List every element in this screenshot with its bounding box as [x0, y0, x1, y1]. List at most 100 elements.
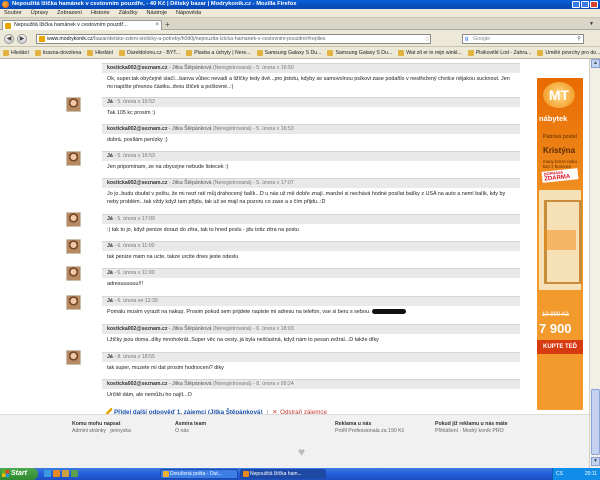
bookmark-item[interactable]: Dareldolonu.cz - BYT... — [119, 47, 180, 58]
search-icon[interactable]: ⚲ — [577, 35, 581, 43]
bookmark-item[interactable]: Wat zit er in mijn winkl... — [398, 47, 462, 58]
post-header: Já - 6. února v 11:00 — [102, 268, 520, 278]
user-avatar — [66, 350, 81, 365]
reply-post: Já - 5. února v 16:53 Jen pripominam, ze… — [102, 151, 520, 173]
forward-button[interactable]: ▶ — [17, 34, 27, 44]
quicklaunch-folder-icon[interactable] — [62, 470, 69, 477]
window-titlebar[interactable]: Nepoužitá lžička hamánek v cestovním pou… — [0, 0, 600, 9]
bookmark-item[interactable]: Hledání — [87, 47, 113, 58]
maximize-button[interactable] — [581, 1, 589, 8]
post-header: Já - 6. února ve 12:39 — [102, 296, 520, 306]
footer-column: Asmira team O nás — [175, 421, 206, 435]
post-body: Ok, super.tak obyčejně stačí...banva vůb… — [107, 76, 510, 90]
clock[interactable]: 20:11 — [585, 471, 597, 477]
bookmark-item[interactable]: krasna-dovolena — [34, 47, 81, 58]
ad-logo: MT — [543, 82, 575, 108]
close-button[interactable] — [590, 1, 598, 8]
post-time: - 5. února v 17:07 — [251, 180, 294, 186]
post-registration: (Neregistrovaná) — [211, 381, 252, 387]
footer-link[interactable]: O nás — [175, 428, 206, 435]
taskbar-item-outlook[interactable]: Doručená pošta - Out... — [160, 469, 238, 479]
post-author-name: - Jitka Štěpánková — [167, 381, 212, 387]
page-content: kosticka002@seznam.cz - Jitka Štěpánková… — [0, 59, 600, 468]
post-header: kosticka002@seznam.cz - Jitka Štěpánková… — [102, 178, 520, 188]
scroll-down-arrow-icon[interactable]: ▼ — [591, 457, 600, 466]
quicklaunch-ie-icon[interactable] — [44, 470, 51, 477]
search-input[interactable]: g Google ⚲ — [462, 34, 584, 44]
minimize-button[interactable] — [572, 1, 580, 8]
menu-napoveda[interactable]: Nápověda — [176, 9, 201, 17]
site-identity-icon[interactable] — [39, 36, 45, 42]
ad-brand: nábytek — [539, 114, 568, 123]
back-button[interactable]: ◀ — [4, 34, 14, 44]
bookmark-item[interactable]: Samsung Galaxy S Du... — [327, 47, 392, 58]
reply-post: Já - 6. února ve 12:39 Pomalu musim vyra… — [102, 296, 520, 318]
bookmark-item[interactable]: Plsikovitlé Lod - Zahra... — [467, 47, 531, 58]
post-header: kosticka002@seznam.cz - Jitka Štěpánková… — [102, 124, 520, 134]
tab-close-icon[interactable]: × — [155, 21, 159, 30]
new-tab-button[interactable]: + — [165, 21, 175, 29]
post-author[interactable]: kosticka002@seznam.cz — [107, 65, 167, 71]
menu-zobrazeni[interactable]: Zobrazení — [57, 9, 82, 17]
menu-bar: Soubor Úpravy Zobrazení Historie Záložky… — [0, 9, 600, 18]
google-icon[interactable]: g — [465, 35, 468, 43]
scroll-up-arrow-icon[interactable]: ▲ — [591, 59, 600, 68]
site-favicon-icon — [5, 23, 11, 29]
footer-link[interactable]: Přihlášení - Modrý koník PRO — [435, 428, 508, 435]
bookmark-item[interactable]: Umělé povrchy pro do... — [537, 47, 600, 58]
tab-list-icon[interactable]: ▼ — [589, 21, 597, 29]
ad-buy-button[interactable]: KUPTE TEĎ — [537, 340, 583, 354]
ad-product-name: Kristýna — [543, 146, 576, 155]
taskbar-item-label: Nepoužitá lžička ham... — [250, 471, 302, 477]
quicklaunch-firefox-icon[interactable] — [53, 470, 60, 477]
footer-heading: Pokud již reklamu u nás máte — [435, 421, 508, 427]
post-body-text: Pomalu musim vyrazit na nakup. Prosim po… — [107, 309, 372, 315]
footer-column: Komu mohu napsat Admini stránky jennyska — [72, 421, 131, 435]
reply-thread: kosticka002@seznam.cz - Jitka Štěpánková… — [0, 59, 525, 419]
user-avatar — [66, 212, 81, 227]
post-time: - 6. února v 11:00 — [112, 243, 155, 249]
tab-active[interactable]: Nepoužitá lžička hamánek v cestovním pou… — [2, 20, 162, 30]
post-body: Pomalu musim vyrazit na nakup. Prosim po… — [102, 306, 520, 318]
start-label: Start — [11, 470, 27, 477]
post-body: tak super, muzete mi dat prosim hodnocen… — [107, 365, 224, 371]
ad-old-price: 10 890 Kč — [542, 312, 570, 318]
bookmark-star-icon[interactable]: ☆ — [424, 35, 430, 43]
post-author-name: - Jitka Štěpánková — [167, 180, 212, 186]
scrollbar-thumb[interactable] — [591, 389, 600, 455]
footer-link[interactable]: Admini stránky jennyska — [72, 428, 131, 435]
ad-product-line: Patrová postel — [543, 134, 577, 140]
bookmark-item[interactable]: Samsung Galaxy S Du... — [256, 47, 321, 58]
tab-label: Nepoužitá lžička hamánek v cestovním pou… — [14, 22, 128, 28]
banner-ad[interactable]: MT nábytek Patrová postel Kristýna mauy … — [537, 78, 583, 410]
post-body: Jen pripominam, ze na obycejne nebude li… — [107, 164, 229, 170]
page-footer: Komu mohu napsat Admini stránky jennyska… — [0, 414, 589, 468]
vertical-scrollbar[interactable]: ▲ ▼ — [589, 59, 600, 468]
post-author[interactable]: kosticka002@seznam.cz — [107, 326, 167, 332]
post-author[interactable]: kosticka002@seznam.cz — [107, 126, 167, 132]
menu-nastroje[interactable]: Nástroje — [147, 9, 167, 17]
url-path: /bazar/detske-zdeni-stolicky-a-potreby/h… — [92, 36, 326, 42]
reply-post: Já - 6. února v 11:00 tak penize mam na … — [102, 241, 520, 263]
footer-heading: Asmira team — [175, 421, 207, 427]
reply-post: kosticka002@seznam.cz - Jitka Štěpánková… — [102, 178, 520, 208]
post-header: kosticka002@seznam.cz - Jitka Štěpánková… — [102, 379, 520, 389]
menu-soubor[interactable]: Soubor — [4, 9, 22, 17]
url-bar[interactable]: www.modrykonik.cz/bazar/detske-zdeni-sto… — [36, 34, 431, 44]
post-author[interactable]: kosticka002@seznam.cz — [107, 180, 167, 186]
bookmark-item[interactable]: Plavba a úchyty | Nere... — [186, 47, 251, 58]
menu-historie[interactable]: Historie — [91, 9, 110, 17]
taskbar-item-firefox[interactable]: Nepoužitá lžička ham... — [240, 469, 326, 479]
bookmark-item[interactable]: Hledání — [3, 47, 29, 58]
post-author-name: - Jitka Štěpánková — [167, 126, 212, 132]
quicklaunch-desktop-icon[interactable] — [71, 470, 78, 477]
post-author[interactable]: kosticka002@seznam.cz — [107, 381, 167, 387]
menu-upravy[interactable]: Úpravy — [31, 9, 48, 17]
menu-zalozky[interactable]: Záložky — [119, 9, 138, 17]
footer-link[interactable]: Profil Professionala za 190 Kč — [335, 428, 404, 435]
post-time: - 6. února v 18:03 — [251, 326, 294, 332]
start-button[interactable]: Start — [0, 468, 38, 480]
reply-post: kosticka002@seznam.cz - Jitka Štěpánková… — [102, 124, 520, 146]
footer-heading: Reklama u nás — [335, 421, 372, 427]
language-indicator[interactable]: CS — [556, 468, 563, 480]
